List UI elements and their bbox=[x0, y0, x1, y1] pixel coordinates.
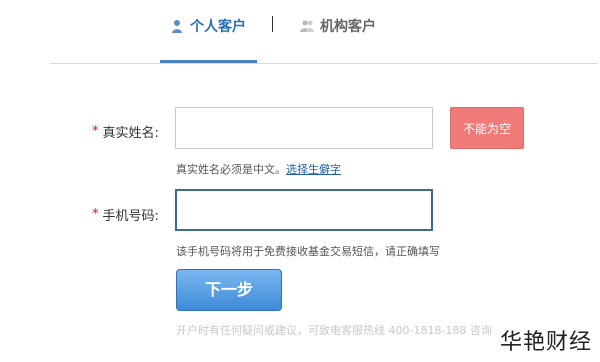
rare-character-link[interactable]: 选择生僻字 bbox=[286, 163, 341, 176]
tab-separator bbox=[272, 16, 273, 32]
name-label-text: 真实姓名: bbox=[102, 126, 159, 141]
name-input[interactable] bbox=[175, 107, 433, 149]
customer-type-tabs: 个人客户 机构客户 bbox=[50, 0, 598, 64]
name-error-badge: 不能为空 bbox=[450, 107, 524, 149]
name-hint-text: 真实姓名必须是中文。 bbox=[176, 163, 286, 176]
phone-label-text: 手机号码: bbox=[102, 209, 159, 224]
tab-personal[interactable]: 个人客户 bbox=[170, 14, 246, 38]
required-star: * bbox=[92, 207, 99, 222]
watermark-text: 华艳财经 bbox=[500, 330, 593, 355]
phone-hint: 该手机号码将用于免费接收基金交易短信，请正确填写 bbox=[176, 245, 440, 258]
phone-input[interactable] bbox=[175, 189, 433, 231]
next-step-button[interactable]: 下一步 bbox=[176, 269, 282, 311]
phone-label: * 手机号码: bbox=[92, 205, 159, 224]
required-star: * bbox=[92, 124, 99, 139]
tab-org-label: 机构客户 bbox=[320, 19, 376, 35]
group-icon bbox=[300, 19, 314, 33]
person-icon bbox=[170, 19, 184, 33]
tab-org[interactable]: 机构客户 bbox=[300, 14, 376, 38]
footer-help-note: 开户时有任何疑问或建议，可致电客服热线 400-1818-188 咨询 bbox=[176, 324, 492, 337]
name-label: * 真实姓名: bbox=[92, 122, 159, 141]
active-tab-indicator bbox=[160, 60, 257, 63]
name-hint: 真实姓名必须是中文。选择生僻字 bbox=[176, 161, 341, 177]
tab-personal-label: 个人客户 bbox=[190, 19, 246, 35]
